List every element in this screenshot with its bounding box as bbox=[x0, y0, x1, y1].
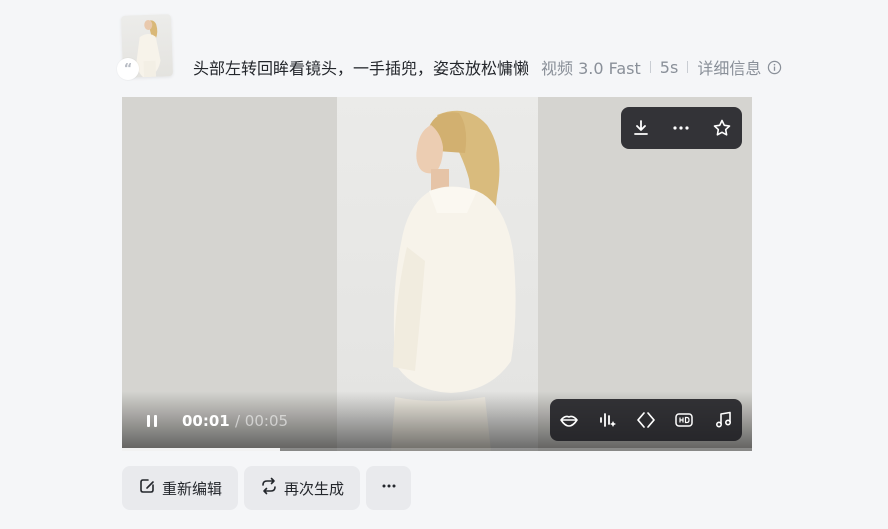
video-player[interactable]: 00:01 / 00:05 bbox=[122, 97, 752, 451]
prompt-row: 头部左转回眸看镜头，一手插兜，姿态放松慵懒 视频 3.0 Fast 5s 详细信… bbox=[193, 55, 782, 79]
hd-icon[interactable] bbox=[672, 408, 696, 432]
current-time: 00:01 bbox=[182, 412, 230, 430]
quote-mark: “ bbox=[123, 61, 133, 77]
info-icon[interactable] bbox=[767, 60, 782, 75]
time-display: 00:01 / 00:05 bbox=[182, 412, 288, 430]
download-icon[interactable] bbox=[629, 116, 653, 140]
model-label: 视频 3.0 Fast bbox=[541, 59, 641, 78]
progress-bar[interactable] bbox=[122, 448, 752, 451]
more-horizontal-icon bbox=[380, 477, 398, 499]
total-time: / 00:05 bbox=[234, 412, 289, 430]
duration-label: 5s bbox=[659, 57, 679, 77]
prompt-text[interactable]: 头部左转回眸看镜头，一手插兜，姿态放松慵懒 bbox=[193, 55, 529, 79]
star-icon[interactable] bbox=[710, 116, 734, 140]
audio-wave-icon[interactable] bbox=[596, 408, 620, 432]
refresh-icon bbox=[260, 477, 278, 499]
music-note-icon[interactable] bbox=[711, 408, 735, 432]
regenerate-label: 再次生成 bbox=[284, 479, 345, 498]
re-edit-label: 重新编辑 bbox=[162, 479, 223, 498]
top-controls-bar bbox=[621, 107, 742, 149]
edit-icon bbox=[138, 477, 156, 499]
regenerate-button[interactable]: 再次生成 bbox=[244, 466, 361, 510]
more-actions-button[interactable] bbox=[366, 466, 412, 510]
divider bbox=[687, 61, 689, 73]
divider bbox=[649, 61, 651, 73]
diamond-arrows-icon[interactable] bbox=[634, 408, 658, 432]
lips-icon[interactable] bbox=[557, 408, 581, 432]
more-icon[interactable] bbox=[669, 116, 693, 140]
progress-fill bbox=[122, 448, 280, 451]
quote-badge: “ bbox=[117, 58, 139, 80]
pause-icon[interactable] bbox=[140, 410, 164, 432]
action-bar: 重新编辑 再次生成 bbox=[122, 466, 412, 510]
details-link[interactable]: 详细信息 bbox=[697, 55, 761, 79]
re-edit-button[interactable]: 重新编辑 bbox=[122, 466, 239, 510]
bottom-controls-bar bbox=[550, 399, 742, 441]
